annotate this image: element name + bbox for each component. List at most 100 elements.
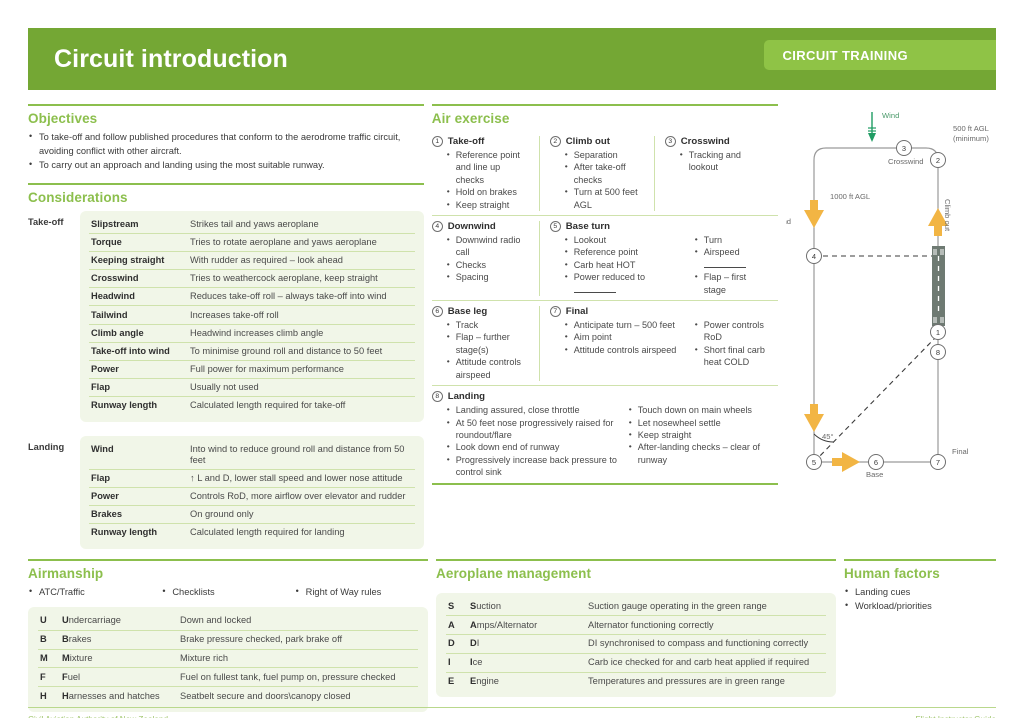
- list-item: Turn at 500 feet AGL: [565, 185, 646, 211]
- list-item: Let nosewheel settle: [629, 415, 778, 429]
- list-item: Checklists: [161, 585, 294, 600]
- mnemonic-letter: M: [38, 649, 60, 669]
- air-exercise-item-5: 5 Base turn Lookout Reference point Carb …: [538, 221, 778, 297]
- table-row: B Brakes Brake pressure checked, park brak…: [38, 630, 418, 650]
- label-alt-1000: 1000 ft AGL: [830, 192, 870, 201]
- cell-key: Flap: [89, 378, 188, 398]
- label-crosswind: Crosswind: [888, 157, 923, 166]
- cell-value: With rudder as required – look ahead: [188, 251, 415, 271]
- aeroplane-management-section: Aeroplane management S Suction Suction gau…: [436, 558, 836, 712]
- divider: [431, 104, 778, 106]
- cell-value: Strikes tail and yaws aeroplane: [188, 215, 415, 234]
- step-bullets: Reference point and line up checks Hold …: [447, 148, 531, 211]
- table-row: Headwind Reduces take-off roll – always t…: [89, 287, 415, 307]
- step-number-badge: 2: [549, 136, 561, 147]
- mnemonic-letter: U: [38, 612, 60, 631]
- table-row: S Suction Suction gauge operating in the g…: [446, 597, 826, 617]
- considerations-table-wrap: Slipstream Strikes tail and yaws aeroplan…: [80, 210, 424, 422]
- step-number-badge: 5: [549, 221, 561, 233]
- mnemonic-word: Mixture: [60, 649, 178, 669]
- air-exercise-item-6: 6 Base leg Track Flap – further stage(s) …: [431, 306, 539, 381]
- aeroplane-mnemonic-table-wrap: S Suction Suction gauge operating in the g…: [436, 592, 836, 698]
- table-row: Flap Usually not used: [89, 378, 415, 398]
- divider: [28, 182, 424, 185]
- mnemonic-letter: S: [446, 597, 468, 617]
- table-row: Power Controls RoD, more airflow over ele…: [89, 487, 415, 507]
- divider: [28, 707, 996, 708]
- list-item: After-landing checks – clear of runway: [629, 440, 778, 466]
- mnemonic-letter: F: [38, 667, 60, 688]
- table-row: Runway length Calculated length required …: [89, 397, 415, 415]
- list-item: Right of Way rules: [295, 585, 428, 600]
- cell-key: Wind: [89, 440, 188, 470]
- column-air-exercise: Air exercise 1 Take-off Reference point a…: [431, 104, 778, 549]
- mnemonic-desc: DI synchronised to compass and functioni…: [586, 634, 826, 654]
- node-label-3: 3: [902, 144, 906, 153]
- fill-in-blank[interactable]: [573, 291, 616, 293]
- arrow-base-leg-icon: [832, 452, 860, 472]
- list-item: Flap – further stage(s): [447, 330, 531, 356]
- table-row: H Harnesses and hatches Seatbelt secure an…: [38, 687, 418, 705]
- considerations-table: Wind Into wind to reduce ground roll and …: [89, 440, 415, 542]
- list-item: Reference point and line up checks: [447, 148, 531, 186]
- airmanship-mnemonic-table: U Undercarriage Down and locked B Brakes Bra…: [38, 612, 418, 705]
- table-row: M Mixture Mixture rich: [38, 649, 418, 669]
- considerations-table: Slipstream Strikes tail and yaws aeroplan…: [89, 215, 415, 415]
- list-item: Checks: [447, 258, 531, 271]
- mnemonic-desc: Brake pressure checked, park brake off: [178, 630, 418, 650]
- cell-key: Runway length: [91, 527, 158, 538]
- cell-value: Reduces take-off roll – always take-off …: [188, 287, 415, 307]
- cell-key: Tailwind: [89, 305, 188, 325]
- mnemonic-word: Engine: [470, 676, 499, 687]
- list-item: Attitude controls airspeed: [447, 355, 531, 381]
- node-label-6: 6: [874, 458, 878, 467]
- cell-value: Into wind to reduce ground roll and dist…: [188, 440, 415, 470]
- fill-in-blank[interactable]: [703, 266, 746, 268]
- mnemonic-word: Brakes: [60, 630, 178, 650]
- mnemonic-word: Harnesses and hatches: [62, 690, 160, 701]
- diagram-nodes: [806, 140, 946, 470]
- list-item: Power controls RoD: [695, 318, 770, 344]
- node-label-7: 7: [936, 458, 940, 467]
- column-left: Objectives To take-off and follow publis…: [28, 104, 424, 549]
- mnemonic-desc: Mixture rich: [178, 649, 418, 669]
- node-label-4: 4: [812, 252, 816, 261]
- air-exercise-row: 6 Base leg Track Flap – further stage(s) …: [431, 301, 778, 387]
- step-bullets-secondary: Power controls RoD Short final carb heat…: [695, 318, 770, 369]
- divider: [28, 558, 428, 561]
- cell-key: Crosswind: [89, 269, 188, 289]
- mnemonic-desc: Suction gauge operating in the green ran…: [586, 597, 826, 617]
- list-item: After take-off checks: [565, 160, 646, 186]
- cell-key: Take-off into wind: [89, 342, 188, 362]
- divider: [844, 558, 996, 561]
- mnemonic-letter: A: [446, 615, 468, 636]
- circuit-path-upper: [813, 147, 939, 309]
- step-title: Downwind: [447, 221, 496, 233]
- cell-key: Power: [89, 487, 188, 507]
- page-root: Circuit introduction CIRCUIT TRAINING Ob…: [0, 28, 1024, 718]
- mnemonic-desc: Fuel on fullest tank, fuel pump on, pres…: [178, 667, 418, 688]
- divider: [436, 558, 836, 561]
- table-row: Crosswind Tries to weathercock aeroplane,…: [89, 269, 415, 289]
- label-wind: Wind: [882, 111, 899, 120]
- cell-key: Power: [89, 360, 188, 380]
- list-item: Workload/priorities: [844, 599, 996, 614]
- step-bullets: Downwind radio call Checks Spacing: [447, 233, 531, 284]
- cell-key: Runway length: [91, 400, 158, 411]
- list-item: Keep straight: [447, 198, 531, 211]
- step-bullets: Separation After take-off checks Turn at…: [565, 148, 646, 211]
- cell-value: Calculated length required for landing: [190, 527, 345, 538]
- list-item: Reference point: [565, 245, 683, 258]
- air-exercise-row: 8 Landing Landing assured, close throttle…: [431, 386, 778, 482]
- mnemonic-word: Fuel: [60, 667, 178, 688]
- air-exercise-item-7: 7 Final Anticipate turn – 500 feet Aim po…: [538, 306, 778, 382]
- cell-value: On ground only: [188, 505, 415, 525]
- list-item: Aim point: [565, 330, 683, 343]
- list-item: Separation: [565, 148, 646, 161]
- table-row: Take-off into wind To minimise ground rol…: [89, 342, 415, 362]
- mnemonic-letter: H: [40, 690, 47, 701]
- node-label-1: 1: [936, 328, 940, 337]
- mnemonic-letter: D: [446, 634, 468, 654]
- step-title: Final: [565, 306, 589, 318]
- cell-key: Headwind: [89, 287, 188, 307]
